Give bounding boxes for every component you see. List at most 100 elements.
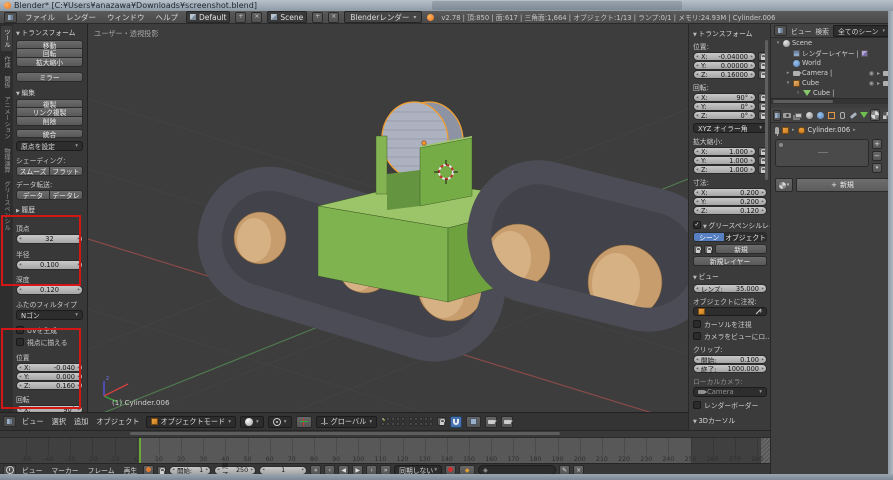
loc-z-field[interactable]: Z:0.16000 — [693, 70, 756, 79]
generate-uv-checkbox[interactable]: UVを生成 — [16, 325, 83, 335]
render-engine-selector[interactable]: Blenderレンダー — [344, 11, 422, 23]
tab-scene[interactable] — [804, 109, 814, 121]
loc-y-field[interactable]: Y:0.00000 — [693, 61, 756, 70]
dim-y-field[interactable]: Y:0.200 — [693, 197, 767, 206]
select-menu[interactable]: 選択 — [50, 417, 68, 427]
layer-cell[interactable] — [381, 417, 385, 421]
tab-physics[interactable]: 物理演算 — [1, 145, 12, 176]
scale-button[interactable]: 拡大縮小 — [16, 58, 83, 67]
data-layout-button[interactable]: データレ — [50, 190, 83, 200]
outliner-row-renderlayer[interactable]: レンダーレイヤー | — [771, 48, 893, 58]
layer-cell[interactable] — [396, 422, 400, 426]
layer-cell[interactable] — [424, 417, 428, 421]
dim-x-field[interactable]: X:0.200 — [693, 188, 767, 197]
menu-help[interactable]: ヘルプ — [153, 12, 182, 23]
gp-scene-button[interactable]: シーン — [693, 232, 725, 242]
outliner-search-menu[interactable]: 検索 — [815, 26, 829, 36]
menu-render[interactable]: レンダー — [63, 12, 99, 23]
grease-pencil-header[interactable]: グリースペンシルレイ — [703, 220, 770, 230]
outliner-view-menu[interactable]: ビュー — [791, 26, 811, 36]
outliner-scrollbar[interactable] — [771, 98, 893, 104]
title-bar[interactable]: Blender* [C:¥Users¥anazawa¥Downloads¥scr… — [0, 0, 893, 11]
rot-y-field[interactable]: Y:0° — [693, 102, 756, 111]
selectability-icon[interactable]: ▸ — [877, 80, 880, 87]
outliner-editor-icon[interactable] — [774, 25, 787, 36]
rotation-mode-dropdown[interactable]: XYZ オイラー角 — [693, 123, 767, 133]
layer-group-2[interactable] — [409, 417, 433, 426]
npanel-scrollbar[interactable] — [765, 40, 768, 180]
layer-cell[interactable] — [391, 422, 395, 426]
add-menu[interactable]: 追加 — [72, 417, 90, 427]
scale-x-field[interactable]: X:1.000 — [693, 147, 756, 156]
object-menu[interactable]: オブジェクト — [94, 417, 141, 427]
3d-viewport[interactable]: z Y ユーザー・透視投影 (1) Cylinder.006 — [88, 24, 688, 412]
layer-cell[interactable] — [419, 417, 423, 421]
layer-cell[interactable] — [401, 417, 405, 421]
outliner-row-camera[interactable]: ▸Camera | ◉▸ — [771, 68, 893, 78]
npanel-transform-header[interactable]: トランスフォーム — [693, 28, 767, 38]
layer-group-1[interactable] — [381, 417, 405, 426]
layer-cell[interactable] — [409, 422, 413, 426]
panel-edit-header[interactable]: 編集 — [16, 87, 83, 97]
layer-cell[interactable] — [401, 422, 405, 426]
scene-selector[interactable]: Scene — [267, 11, 307, 23]
radius-field[interactable]: 0.100 — [16, 260, 83, 270]
tab-animation[interactable]: アニメーション — [1, 93, 12, 142]
manipulator-toggle[interactable] — [296, 416, 312, 428]
gp-new-layer-button[interactable]: 新規レイヤー — [693, 256, 767, 266]
menu-file[interactable]: ファイル — [22, 12, 58, 23]
loc-x-field[interactable]: X:-0.04000 — [693, 52, 756, 61]
selectability-icon[interactable]: ▸ — [877, 70, 880, 77]
layer-cell[interactable] — [386, 417, 390, 421]
screen-layout-selector[interactable]: Default — [186, 11, 230, 23]
shading-dropdown[interactable] — [240, 416, 264, 428]
scale-y-field[interactable]: Y:1.000 — [693, 156, 756, 165]
tab-world[interactable] — [815, 109, 825, 121]
outliner-display-dropdown[interactable]: 全てのシーン — [833, 25, 890, 37]
cap-fill-dropdown[interactable]: Nゴン — [16, 310, 83, 320]
lock-to-scene-icon[interactable] — [437, 417, 446, 426]
tab-tools[interactable]: ツール — [1, 26, 12, 51]
tab-grease-pencil[interactable]: グリースペンシル — [1, 178, 12, 234]
layer-cell[interactable] — [414, 417, 418, 421]
slot-specials-dropdown[interactable]: ▾ — [872, 163, 882, 173]
remove-slot-button[interactable]: − — [872, 151, 882, 161]
layer-cell[interactable] — [391, 417, 395, 421]
render-border-checkbox[interactable]: レンダーボーダー — [693, 400, 767, 410]
lock-camera-checkbox[interactable]: カメラをビューにロ... — [693, 331, 767, 341]
layer-cell[interactable] — [396, 417, 400, 421]
rot-x-field[interactable]: X:90° — [693, 93, 756, 102]
join-button[interactable]: 統合 — [16, 129, 83, 138]
op-loc-z-field[interactable]: Z:0.160 — [16, 381, 83, 390]
align-to-view-checkbox[interactable]: 視点に揃える — [16, 337, 83, 347]
properties-editor-icon[interactable] — [773, 110, 781, 121]
lock-cursor-checkbox[interactable]: カーソルを注視 — [693, 319, 767, 329]
close-scene-button[interactable]: × — [328, 12, 339, 23]
panel-transform-header[interactable]: トランスフォーム — [16, 27, 83, 37]
editor-type-icon[interactable] — [4, 12, 17, 23]
tab-relations[interactable]: 関係 — [1, 73, 12, 91]
gp-eraser-icon[interactable] — [704, 245, 713, 254]
tab-data[interactable] — [859, 109, 869, 121]
layer-cell[interactable] — [414, 422, 418, 426]
layer-cell[interactable] — [409, 417, 413, 421]
mode-dropdown[interactable]: オブジェクトモード — [146, 416, 236, 428]
material-slot-list[interactable] — [775, 139, 869, 167]
depth-field[interactable]: 0.120 — [16, 285, 83, 295]
visibility-eye-icon[interactable]: ◉ — [869, 80, 874, 87]
visibility-eye-icon[interactable]: ◉ — [869, 70, 874, 77]
orientation-dropdown[interactable]: グローバル — [316, 416, 378, 428]
tab-render[interactable] — [782, 109, 792, 121]
menu-window[interactable]: ウィンドウ — [104, 12, 148, 23]
viewport-editor-type-icon[interactable] — [3, 416, 16, 427]
gp-draw-icon[interactable] — [693, 245, 702, 254]
tab-object[interactable] — [826, 109, 836, 121]
dim-z-field[interactable]: Z:0.120 — [693, 206, 767, 215]
outliner-row-cube-data[interactable]: ▿Cube | — [771, 88, 893, 98]
timeline-ruler[interactable]: -50-40-30-20-100102030405060708090100110… — [0, 438, 770, 463]
cursor-panel-header[interactable]: 3Dカーソル — [693, 415, 767, 425]
lens-field[interactable]: レンズ:35.000 — [693, 284, 767, 293]
add-slot-button[interactable]: + — [872, 139, 882, 149]
layer-cell[interactable] — [419, 422, 423, 426]
shade-flat-button[interactable]: フラット — [50, 166, 83, 176]
